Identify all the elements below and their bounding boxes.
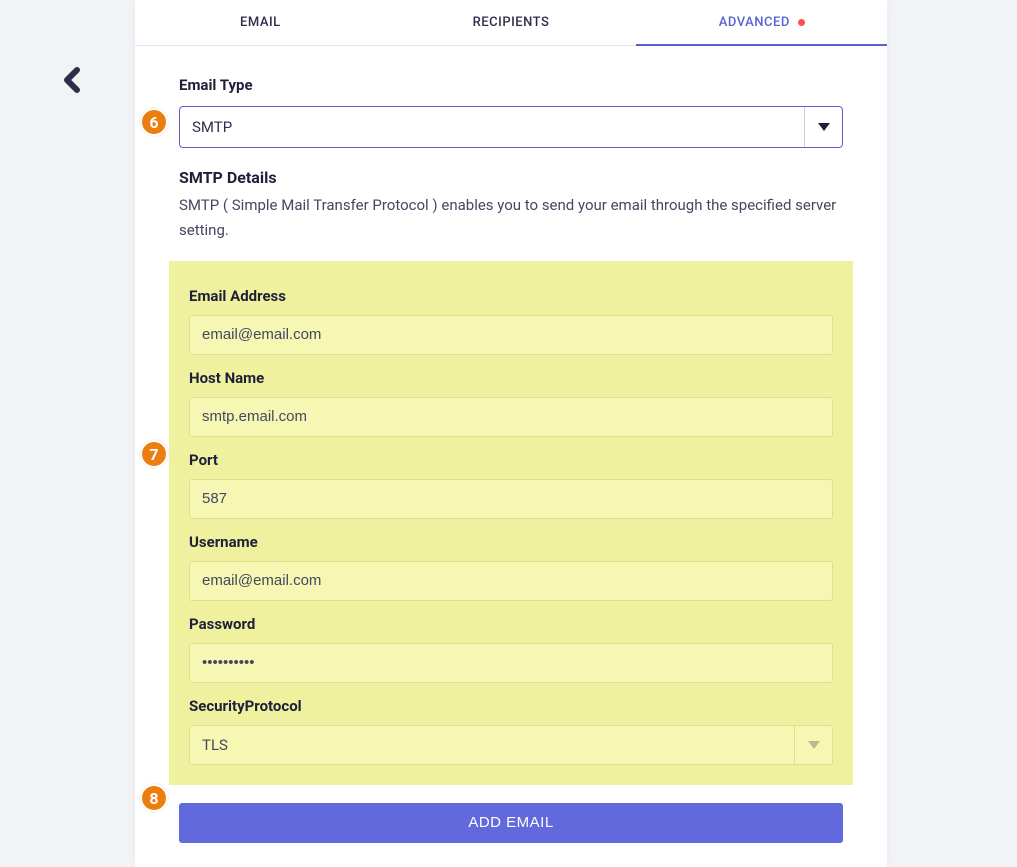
smtp-details-description: SMTP ( Simple Mail Transfer Protocol ) e… [179, 193, 843, 243]
tab-advanced-label: ADVANCED [719, 15, 790, 30]
smtp-details-heading: SMTP Details [179, 168, 843, 187]
smtp-details-box: Email Address Host Name Port Username Pa… [169, 261, 853, 785]
chevron-down-icon [804, 107, 842, 147]
username-label: Username [189, 533, 833, 551]
email-type-label: Email Type [179, 76, 843, 94]
port-label: Port [189, 451, 833, 469]
port-input[interactable] [189, 479, 833, 519]
tab-recipients-label: RECIPIENTS [473, 15, 550, 30]
tab-bar: EMAIL RECIPIENTS ADVANCED [135, 0, 887, 46]
form-content: Email Type SMTP SMTP Details SMTP ( Simp… [135, 46, 887, 867]
password-label: Password [189, 615, 833, 633]
tab-email[interactable]: EMAIL [135, 0, 386, 45]
email-address-label: Email Address [189, 287, 833, 305]
security-protocol-select[interactable]: TLS [189, 725, 833, 765]
host-name-label: Host Name [189, 369, 833, 387]
settings-panel: EMAIL RECIPIENTS ADVANCED Email Type SMT… [135, 0, 887, 867]
username-input[interactable] [189, 561, 833, 601]
security-protocol-value: TLS [190, 726, 794, 764]
password-input[interactable] [189, 643, 833, 683]
annotation-badge-7: 7 [140, 440, 168, 468]
host-name-input[interactable] [189, 397, 833, 437]
back-chevron-icon[interactable] [62, 66, 82, 98]
annotation-badge-8: 8 [140, 784, 168, 812]
add-email-button[interactable]: ADD EMAIL [179, 803, 843, 843]
email-type-value: SMTP [180, 107, 804, 147]
chevron-down-icon [794, 726, 832, 764]
security-protocol-label: SecurityProtocol [189, 697, 833, 715]
alert-dot-icon [798, 19, 805, 26]
tab-advanced[interactable]: ADVANCED [636, 0, 887, 45]
email-address-input[interactable] [189, 315, 833, 355]
annotation-badge-6: 6 [140, 108, 168, 136]
email-type-select[interactable]: SMTP [179, 106, 843, 148]
tab-email-label: EMAIL [240, 15, 281, 30]
tab-recipients[interactable]: RECIPIENTS [386, 0, 637, 45]
